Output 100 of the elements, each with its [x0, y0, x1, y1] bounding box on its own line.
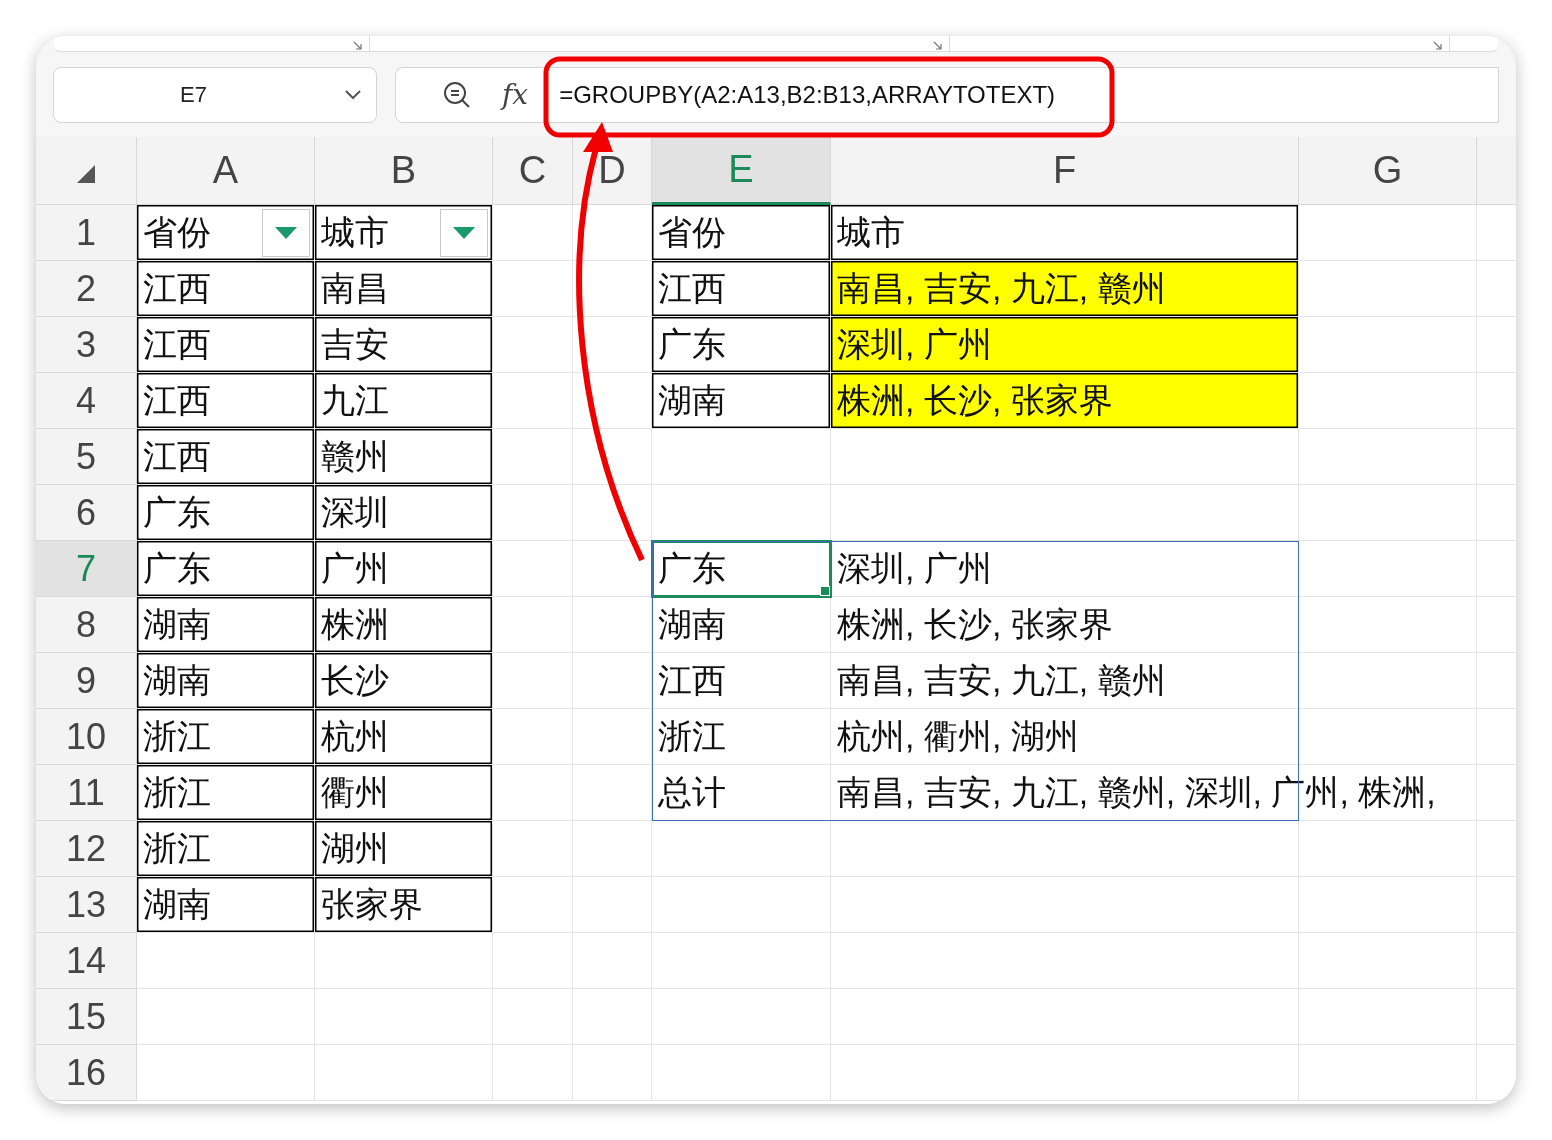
- table-cell[interactable]: [831, 877, 1299, 933]
- dropdown-triangle-icon[interactable]: [452, 226, 476, 240]
- table-cell[interactable]: [573, 429, 652, 485]
- table-cell[interactable]: [831, 429, 1299, 485]
- function-label[interactable]: fx: [502, 73, 529, 116]
- table-cell[interactable]: [493, 1045, 573, 1101]
- table-cell[interactable]: [1299, 541, 1477, 597]
- row-header[interactable]: 12: [36, 821, 137, 877]
- row-header[interactable]: 3: [36, 317, 137, 373]
- table-cell[interactable]: 南昌, 吉安, 九江, 赣州: [831, 653, 1299, 709]
- table-cell[interactable]: [573, 653, 652, 709]
- table-cell[interactable]: [831, 933, 1299, 989]
- table-cell[interactable]: [573, 597, 652, 653]
- table-cell[interactable]: [1299, 597, 1477, 653]
- dialog-launcher-icon[interactable]: [1433, 41, 1443, 51]
- table-cell[interactable]: 浙江: [137, 765, 315, 821]
- table-cell[interactable]: 城市: [831, 205, 1299, 261]
- table-cell[interactable]: 湖南: [137, 877, 315, 933]
- table-cell[interactable]: [1299, 821, 1477, 877]
- table-cell[interactable]: [652, 877, 831, 933]
- table-cell[interactable]: 湖南: [137, 597, 315, 653]
- row-header[interactable]: 10: [36, 709, 137, 765]
- row-header[interactable]: 16: [36, 1045, 137, 1101]
- filter-button[interactable]: [440, 209, 488, 257]
- table-cell[interactable]: [1299, 877, 1477, 933]
- table-cell[interactable]: [573, 933, 652, 989]
- table-cell[interactable]: [315, 989, 493, 1045]
- table-cell[interactable]: [652, 1045, 831, 1101]
- dialog-launcher-icon[interactable]: [353, 41, 363, 51]
- table-cell[interactable]: 江西: [137, 429, 315, 485]
- row-header[interactable]: 14: [36, 933, 137, 989]
- row-header[interactable]: 13: [36, 877, 137, 933]
- table-cell[interactable]: 江西: [652, 261, 831, 317]
- dropdown-triangle-icon[interactable]: [274, 226, 298, 240]
- table-cell[interactable]: [493, 261, 573, 317]
- table-cell[interactable]: [493, 373, 573, 429]
- name-box[interactable]: E7: [53, 66, 377, 123]
- table-cell[interactable]: 赣州: [315, 429, 493, 485]
- column-header[interactable]: F: [831, 137, 1299, 205]
- row-header[interactable]: 1: [36, 205, 137, 261]
- table-cell[interactable]: 湖南: [652, 597, 831, 653]
- table-cell[interactable]: 省份: [137, 205, 315, 261]
- column-header[interactable]: G: [1299, 137, 1477, 205]
- table-cell[interactable]: 江西: [137, 261, 315, 317]
- table-cell[interactable]: [573, 373, 652, 429]
- row-header[interactable]: 6: [36, 485, 137, 541]
- table-cell[interactable]: [1299, 205, 1477, 261]
- row-header[interactable]: 15: [36, 989, 137, 1045]
- zoom-search-icon[interactable]: [442, 79, 472, 110]
- column-header[interactable]: C: [493, 137, 573, 205]
- table-cell[interactable]: [652, 933, 831, 989]
- table-cell[interactable]: [573, 765, 652, 821]
- fill-handle[interactable]: [820, 586, 830, 596]
- table-cell[interactable]: [1299, 1045, 1477, 1101]
- column-header[interactable]: A: [137, 137, 315, 205]
- table-cell[interactable]: [315, 933, 493, 989]
- table-cell[interactable]: [831, 1045, 1299, 1101]
- table-cell[interactable]: 株洲: [315, 597, 493, 653]
- table-cell[interactable]: 深圳, 广州: [831, 317, 1299, 373]
- table-cell[interactable]: 广东: [137, 485, 315, 541]
- table-cell[interactable]: [1299, 933, 1477, 989]
- table-cell[interactable]: 广州: [315, 541, 493, 597]
- table-cell[interactable]: 南昌, 吉安, 九江, 赣州: [831, 261, 1299, 317]
- table-cell[interactable]: 广东: [137, 541, 315, 597]
- table-cell[interactable]: [493, 485, 573, 541]
- row-header[interactable]: 5: [36, 429, 137, 485]
- corner-triangle-icon[interactable]: [76, 164, 96, 184]
- table-cell[interactable]: [1299, 485, 1477, 541]
- table-cell[interactable]: [1299, 261, 1477, 317]
- table-cell[interactable]: [573, 821, 652, 877]
- table-cell[interactable]: 城市: [315, 205, 493, 261]
- row-header[interactable]: 11: [36, 765, 137, 821]
- table-cell[interactable]: 江西: [137, 373, 315, 429]
- table-cell[interactable]: 湖州: [315, 821, 493, 877]
- table-cell[interactable]: [573, 709, 652, 765]
- table-cell[interactable]: [493, 877, 573, 933]
- table-cell[interactable]: [493, 653, 573, 709]
- table-cell[interactable]: [573, 205, 652, 261]
- table-cell[interactable]: [652, 429, 831, 485]
- table-cell[interactable]: [831, 821, 1299, 877]
- row-header[interactable]: 8: [36, 597, 137, 653]
- table-cell[interactable]: [652, 989, 831, 1045]
- table-cell[interactable]: [573, 261, 652, 317]
- table-cell[interactable]: 杭州: [315, 709, 493, 765]
- table-cell[interactable]: [493, 597, 573, 653]
- dialog-launcher-icon[interactable]: [933, 41, 943, 51]
- table-cell[interactable]: 杭州, 衢州, 湖州: [831, 709, 1299, 765]
- table-cell[interactable]: [493, 429, 573, 485]
- table-cell[interactable]: [493, 317, 573, 373]
- table-cell[interactable]: 南昌: [315, 261, 493, 317]
- table-cell[interactable]: 广东: [652, 541, 831, 597]
- table-cell[interactable]: [493, 821, 573, 877]
- table-cell[interactable]: [137, 933, 315, 989]
- table-cell[interactable]: 总计: [652, 765, 831, 821]
- chevron-down-icon[interactable]: [344, 88, 362, 101]
- table-cell[interactable]: [1299, 989, 1477, 1045]
- table-cell[interactable]: [573, 1045, 652, 1101]
- table-cell[interactable]: 衢州: [315, 765, 493, 821]
- table-cell[interactable]: 江西: [652, 653, 831, 709]
- table-cell[interactable]: [1299, 709, 1477, 765]
